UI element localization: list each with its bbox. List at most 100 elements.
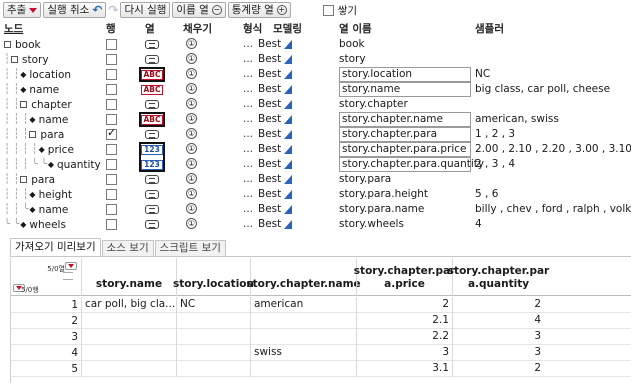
fill-option-icon[interactable]: ① — [186, 38, 197, 49]
column-name-field[interactable]: story.name — [339, 82, 471, 97]
format-value[interactable]: Best — [258, 173, 281, 185]
preview-column-header[interactable]: story.chapter.par a.price — [354, 258, 455, 296]
continuous-modeling-icon[interactable] — [284, 160, 292, 169]
fill-option-icon[interactable]: ① — [186, 188, 197, 199]
format-more-button[interactable]: ... — [243, 158, 253, 170]
column-name-field[interactable]: story.chapter.para — [339, 127, 471, 142]
format-value[interactable]: Best — [258, 158, 281, 170]
format-more-button[interactable]: ... — [243, 98, 253, 110]
continuous-modeling-icon[interactable] — [284, 145, 292, 154]
tree-node[interactable]: ┆ ┆ ╰ ◆ name — [4, 202, 68, 217]
tree-row[interactable]: ┆ ┆ ┆ ╰ ╰ ◆ quantity 123 ①... Best story.chapt… — [0, 157, 631, 172]
continuous-modeling-icon[interactable] — [284, 115, 292, 124]
column-type-toggle[interactable]: ABC — [140, 83, 164, 96]
tab-import-preview[interactable]: 가져오기 미리보기 — [10, 238, 101, 256]
tree-node[interactable]: ┆ ┆ ┆ ◆ name — [4, 112, 68, 127]
format-value[interactable]: Best — [258, 83, 281, 95]
column-type-toggle[interactable] — [140, 38, 164, 51]
format-more-button[interactable]: ... — [243, 203, 253, 215]
row-checkbox[interactable] — [106, 69, 117, 80]
tree-row[interactable]: ╰ ╰ ◆ wheels ①... Best story.wheels 4 — [0, 217, 631, 232]
fill-option-icon[interactable]: ① — [186, 158, 197, 169]
format-more-button[interactable]: ... — [243, 53, 253, 65]
tree-row[interactable]: ┆ ┆ ┆ ◆ height ①... Best story.para.height 5 ,… — [0, 187, 631, 202]
column-type-toggle[interactable] — [140, 53, 164, 66]
stack-checkbox[interactable] — [322, 4, 334, 16]
remove-column-button[interactable]: 이름 열 − — [172, 2, 226, 18]
column-type-toggle[interactable] — [140, 128, 164, 141]
tab-source-view[interactable]: 소스 보기 — [101, 240, 154, 256]
column-name-field[interactable]: story.chapter.name — [339, 112, 471, 127]
row-checkbox[interactable] — [106, 84, 117, 95]
tree-row[interactable]: ┆ ┆ ┆ ◆ name ABC ①... Best story.chapter.name a… — [0, 112, 631, 127]
preview-column-header[interactable]: story.name — [81, 258, 176, 296]
format-value[interactable]: Best — [258, 113, 281, 125]
fill-option-icon[interactable]: ① — [186, 128, 197, 139]
column-type-toggle[interactable] — [140, 203, 164, 216]
tree-row[interactable]: ┆ ┆ ╰ ◆ name ①... Best story.para.name billy ,… — [0, 202, 631, 217]
tab-script-view[interactable]: 스크립트 보기 — [154, 240, 226, 256]
tree-node[interactable]: ┆ ┆ ┆ ┆ ◆ price — [4, 142, 74, 157]
continuous-modeling-icon[interactable] — [284, 85, 292, 94]
row-checkbox[interactable] — [106, 174, 117, 185]
format-more-button[interactable]: ... — [243, 83, 253, 95]
row-checkbox[interactable] — [106, 219, 117, 230]
row-checkbox[interactable] — [106, 126, 117, 140]
column-name-field[interactable]: story.chapter.para.price — [339, 142, 471, 157]
fill-option-icon[interactable]: ① — [186, 113, 197, 124]
continuous-modeling-icon[interactable] — [284, 55, 292, 64]
preview-column-header[interactable]: story.chapter.name — [246, 258, 361, 296]
fill-option-icon[interactable]: ① — [186, 83, 197, 94]
continuous-modeling-icon[interactable] — [284, 40, 292, 49]
row-checkbox[interactable] — [106, 189, 117, 200]
row-checkbox[interactable] — [106, 144, 117, 155]
format-more-button[interactable]: ... — [243, 218, 253, 230]
column-name-field[interactable]: story.chapter.para.quantity — [339, 157, 484, 172]
format-more-button[interactable]: ... — [243, 68, 253, 80]
row-checkbox[interactable] — [106, 54, 117, 65]
tree-node[interactable]: book — [4, 37, 41, 52]
fill-option-icon[interactable]: ① — [186, 98, 197, 109]
tree-node[interactable]: ┆ ┆ chapter — [4, 97, 72, 112]
format-more-button[interactable]: ... — [243, 188, 253, 200]
continuous-modeling-icon[interactable] — [284, 175, 292, 184]
tree-row[interactable]: ┆ story ①... Best story — [0, 52, 631, 67]
column-type-toggle[interactable] — [140, 173, 164, 186]
row-checkbox[interactable] — [106, 204, 117, 215]
tree-row[interactable]: ┆ ┆ ┆ para ①... Best story.chapter.para 1 , 2… — [0, 126, 631, 142]
format-value[interactable]: Best — [258, 68, 281, 80]
continuous-modeling-icon[interactable] — [284, 220, 292, 229]
row-checkbox[interactable] — [106, 99, 117, 110]
cols-menu-icon[interactable] — [65, 262, 77, 270]
column-type-toggle[interactable] — [140, 98, 164, 111]
format-value[interactable]: Best — [258, 218, 281, 230]
stack-option[interactable]: 쌓기 — [322, 3, 357, 18]
format-more-button[interactable]: ... — [243, 128, 253, 140]
continuous-modeling-icon[interactable] — [284, 100, 292, 109]
tree-node[interactable]: ┆ ┆ ◆ name — [4, 82, 59, 97]
format-value[interactable]: Best — [258, 53, 281, 65]
continuous-modeling-icon[interactable] — [284, 70, 292, 79]
tree-row[interactable]: ┆ ┆ ◆ location ABC ①... Best story.location NC — [0, 67, 631, 82]
redo-button[interactable]: 다시 실행 — [120, 2, 171, 18]
column-type-toggle[interactable] — [140, 218, 164, 231]
format-value[interactable]: Best — [258, 98, 281, 110]
format-more-button[interactable]: ... — [243, 173, 253, 185]
preview-column-header[interactable]: story.chapter.par a.quantity — [448, 258, 549, 296]
format-more-button[interactable]: ... — [243, 38, 253, 50]
row-checkbox[interactable] — [106, 159, 117, 170]
fill-option-icon[interactable]: ① — [186, 53, 197, 64]
tree-node[interactable]: ┆ ┆ ┆ para — [4, 127, 64, 142]
format-value[interactable]: Best — [258, 143, 281, 155]
format-value[interactable]: Best — [258, 128, 281, 140]
row-checkbox[interactable] — [106, 39, 117, 50]
continuous-modeling-icon[interactable] — [284, 190, 292, 199]
fill-option-icon[interactable]: ① — [186, 143, 197, 154]
preview-column-header[interactable]: story.location — [173, 258, 254, 296]
tree-row[interactable]: ┆ ┆ chapter ①... Best story.chapter — [0, 97, 631, 112]
row-checkbox[interactable] — [106, 114, 117, 125]
tree-node[interactable]: ╰ ╰ ◆ wheels — [4, 217, 66, 232]
column-name-field[interactable]: story.location — [339, 67, 471, 82]
format-more-button[interactable]: ... — [243, 143, 253, 155]
format-value[interactable]: Best — [258, 203, 281, 215]
